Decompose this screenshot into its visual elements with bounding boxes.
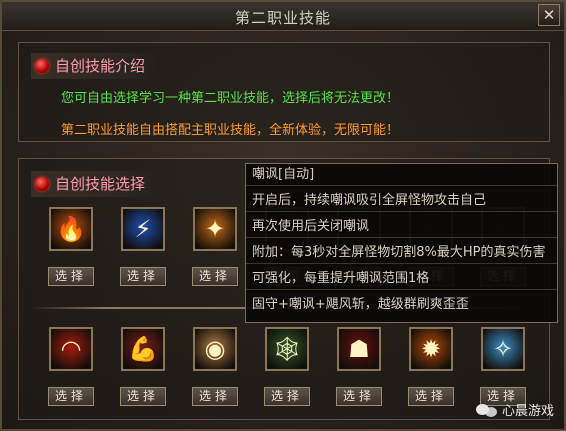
spider-web-icon[interactable]: 🕸 [265,327,309,371]
tooltip-line: 可强化，每重提升嘲讽范围1格 [246,268,557,290]
spider-web-icon-glyph: 🕸 [271,335,303,363]
tooltip-line: 再次使用后关闭嘲讽 [246,216,557,238]
tooltip-skill-name: 嘲讽[自动] [246,164,557,186]
close-button[interactable]: ✕ [538,4,560,26]
wechat-logo-icon [475,402,498,418]
row2-select-button-3[interactable]: 选择 [192,387,238,406]
watermark: 心晨游戏 [475,400,554,419]
flame-burst-icon[interactable]: ✹ [409,327,453,371]
fire-arc-icon[interactable]: ◠ [49,327,93,371]
tooltip-line: 固守+嘲讽+飓风斩，越级群刷爽歪歪 [252,297,469,312]
eye-icon-glyph: ◉ [204,335,226,363]
flame-burst-icon-glyph: ✹ [420,335,442,363]
title-bar[interactable]: 第二职业技能 ✕ [2,2,564,31]
eye-icon[interactable]: ◉ [193,327,237,371]
watermark-text: 心晨游戏 [501,404,554,419]
row2-select-button-5[interactable]: 选择 [336,387,382,406]
intro-line-2: 第二职业技能自由搭配主职业技能，全新体验，无限可能！ [61,123,400,138]
row2-select-button-4[interactable]: 选择 [264,387,310,406]
intro-line-1: 您可自由选择学习一种第二职业技能，选择后将无法更改！ [61,91,400,106]
select-heading: 自创技能选择 [31,171,160,197]
intro-heading-label: 自创技能介绍 [55,57,146,75]
row2-select-button-6[interactable]: 选择 [408,387,454,406]
intro-heading: 自创技能介绍 [31,53,160,79]
holy-figure-icon-glyph: ✧ [492,335,514,363]
intro-panel: 自创技能介绍 您可自由选择学习一种第二职业技能，选择后将无法更改！ 第二职业技能… [18,42,550,142]
row1-select-button-2[interactable]: 选择 [120,267,166,286]
flame-wave-icon-glyph: ✦ [204,215,226,243]
skill-tooltip: 嘲讽[自动] 开启后，持续嘲讽吸引全屏怪物攻击自己 再次使用后关闭嘲讽 附加：每… [245,163,558,323]
second-class-skill-window: 第二职业技能 ✕ 自创技能介绍 您可自由选择学习一种第二职业技能，选择后将无法更… [0,0,566,431]
hooded-figure-icon-glyph: ☗ [348,335,370,363]
lightning-icon-glyph: ⚡ [134,215,152,243]
fire-slash-icon-glyph: 🔥 [56,215,86,243]
holy-figure-icon[interactable]: ✧ [481,327,525,371]
select-heading-label: 自创技能选择 [55,175,146,193]
row1-select-button-1[interactable]: 选择 [48,267,94,286]
red-orb-icon [35,59,49,73]
strength-arm-icon[interactable]: 💪 [121,327,165,371]
lightning-icon[interactable]: ⚡ [121,207,165,251]
fire-slash-icon[interactable]: 🔥 [49,207,93,251]
row2-select-button-1[interactable]: 选择 [48,387,94,406]
row1-select-button-3[interactable]: 选择 [192,267,238,286]
strength-arm-icon-glyph: 💪 [128,335,158,363]
window-title: 第二职业技能 [234,9,331,27]
fire-arc-icon-glyph: ◠ [60,335,82,363]
tooltip-line: 附加：每3秒对全屏怪物切割8%最大HP的真实伤害 [246,242,557,264]
hooded-figure-icon[interactable]: ☗ [337,327,381,371]
row2-select-button-2[interactable]: 选择 [120,387,166,406]
red-orb-icon [35,177,49,191]
tooltip-line: 开启后，持续嘲讽吸引全屏怪物攻击自己 [246,190,557,212]
flame-wave-icon[interactable]: ✦ [193,207,237,251]
